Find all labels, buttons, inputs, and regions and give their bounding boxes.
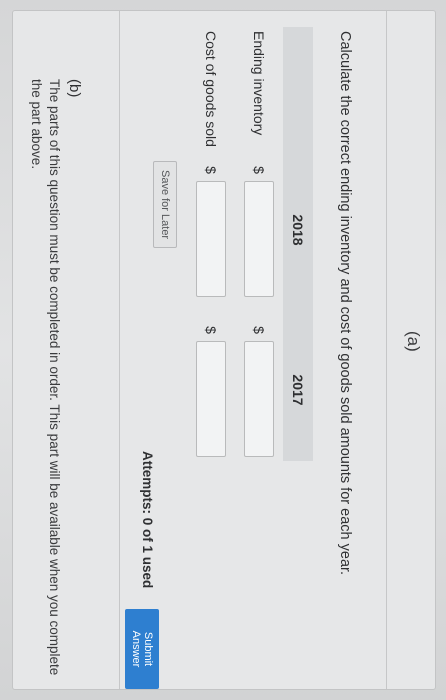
cost-of-goods-sold-2018-input[interactable] [196,181,226,297]
header-blank [283,27,313,159]
cell-gap [187,301,235,319]
part-a-instructions: Calculate the correct ending inventory a… [337,31,353,576]
ending-inventory-2017-input[interactable] [244,341,274,457]
part-b-heading: (b) [66,79,83,98]
question-panel: (a) Calculate the correct ending invento… [12,10,436,690]
table-header-row: 2018 2017 [283,27,313,461]
currency-symbol: $ [251,326,267,334]
submit-answer-button[interactable]: Submit Answer [125,609,159,689]
ending-inventory-2018-input[interactable] [244,181,274,297]
cost-of-goods-sold-2017-input[interactable] [196,341,226,457]
column-header-2018: 2018 [283,159,313,301]
currency-symbol: $ [203,166,219,174]
column-header-2017: 2017 [283,319,313,461]
part-b-message: The parts of this question must be compl… [29,79,62,676]
part-a-heading: (a) [404,331,423,352]
row-label-cost-of-goods-sold: Cost of goods sold [203,31,219,147]
divider [386,11,387,689]
cell-gap [235,301,283,319]
attempts-counter: Attempts: 0 of 1 used [140,451,155,589]
currency-symbol: $ [203,326,219,334]
answer-table: 2018 2017 Ending inventory $ $ Cost of g… [187,27,313,461]
currency-symbol: $ [251,166,267,174]
divider [119,11,120,689]
table-row-cost-of-goods-sold: Cost of goods sold $ $ [187,27,235,461]
header-gap [283,301,313,319]
save-for-later-button[interactable]: Save for Later [153,161,177,249]
table-row-ending-inventory: Ending inventory $ $ [235,27,283,461]
row-label-ending-inventory: Ending inventory [251,31,267,136]
rotated-screen: (a) Calculate the correct ending invento… [0,0,446,700]
